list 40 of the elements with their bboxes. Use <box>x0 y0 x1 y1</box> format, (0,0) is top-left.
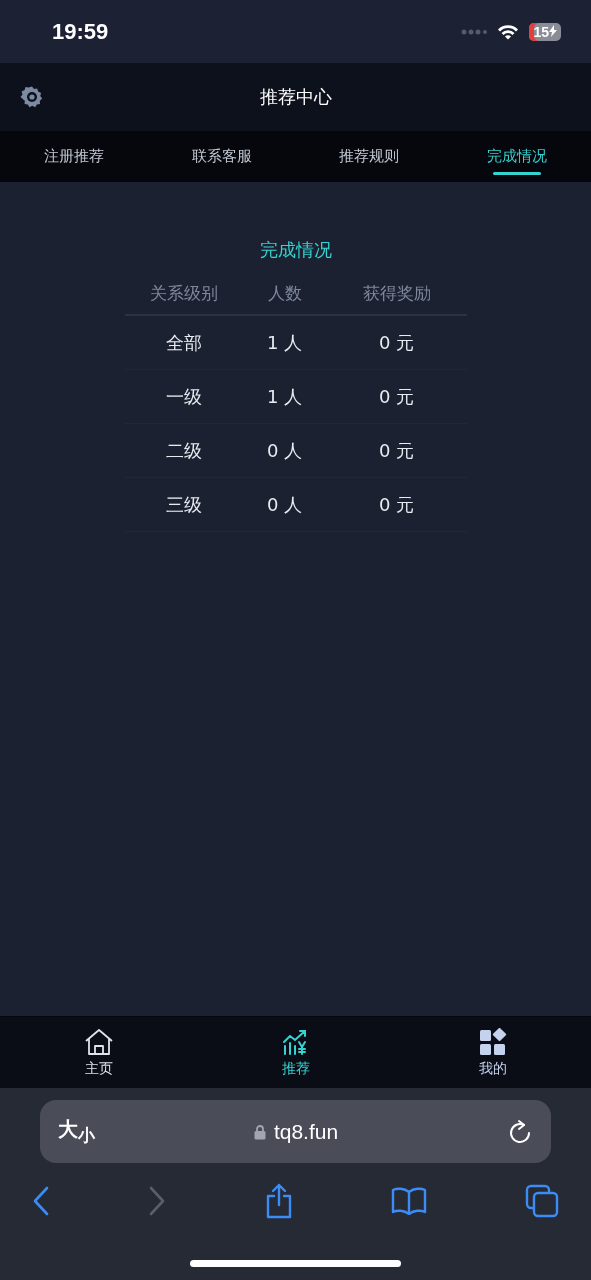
tab[interactable]: 完成情况 <box>443 131 591 182</box>
table-cell: 0 元 <box>378 438 415 463</box>
signal-icon <box>461 28 488 35</box>
nav-item[interactable]: 我的 <box>394 1017 591 1088</box>
lock-icon <box>253 1123 266 1140</box>
status-time: 19:59 <box>52 18 109 45</box>
text-size-button[interactable]: 大$_{小}$ <box>58 1116 95 1147</box>
settings-icon[interactable] <box>20 85 44 109</box>
table-cell: 一级 <box>165 384 202 409</box>
tabs-icon[interactable] <box>525 1184 559 1218</box>
column-header: 获得奖励 <box>362 282 431 305</box>
table-cell: 1 人 <box>266 384 303 409</box>
table-cell: 0 元 <box>378 384 415 409</box>
table-cell: 三级 <box>165 492 202 517</box>
reload-icon[interactable] <box>507 1118 531 1145</box>
table-cell: 0 人 <box>266 438 303 463</box>
tab[interactable]: 注册推荐 <box>0 131 148 182</box>
column-header: 关系级别 <box>149 282 218 305</box>
page-title: 推荐中心 <box>259 85 332 109</box>
charging-icon <box>549 24 557 37</box>
nav-item[interactable]: 推荐 <box>197 1017 394 1088</box>
back-icon[interactable] <box>32 1186 50 1216</box>
bookmarks-icon[interactable] <box>391 1187 428 1215</box>
nav-item[interactable]: 主页 <box>0 1017 197 1088</box>
battery-level: 15 <box>533 23 549 40</box>
url-text: tq8.fun <box>273 1119 339 1144</box>
wifi-icon <box>497 23 520 40</box>
apps-icon <box>478 1027 507 1056</box>
table-cell: 全部 <box>165 330 202 355</box>
column-header: 人数 <box>267 282 302 305</box>
address-bar[interactable]: 大$_{小}$ tq8.fun <box>40 1100 551 1163</box>
table-cell: 1 人 <box>266 330 303 355</box>
table-cell: 0 元 <box>378 330 415 355</box>
section-title: 完成情况 <box>259 238 332 262</box>
tab[interactable]: 推荐规则 <box>295 131 444 182</box>
table-cell: 0 人 <box>266 492 303 517</box>
tab[interactable]: 联系客服 <box>147 131 296 182</box>
home-icon <box>83 1027 114 1056</box>
table-cell: 二级 <box>165 438 202 463</box>
table-cell: 0 元 <box>378 492 415 517</box>
